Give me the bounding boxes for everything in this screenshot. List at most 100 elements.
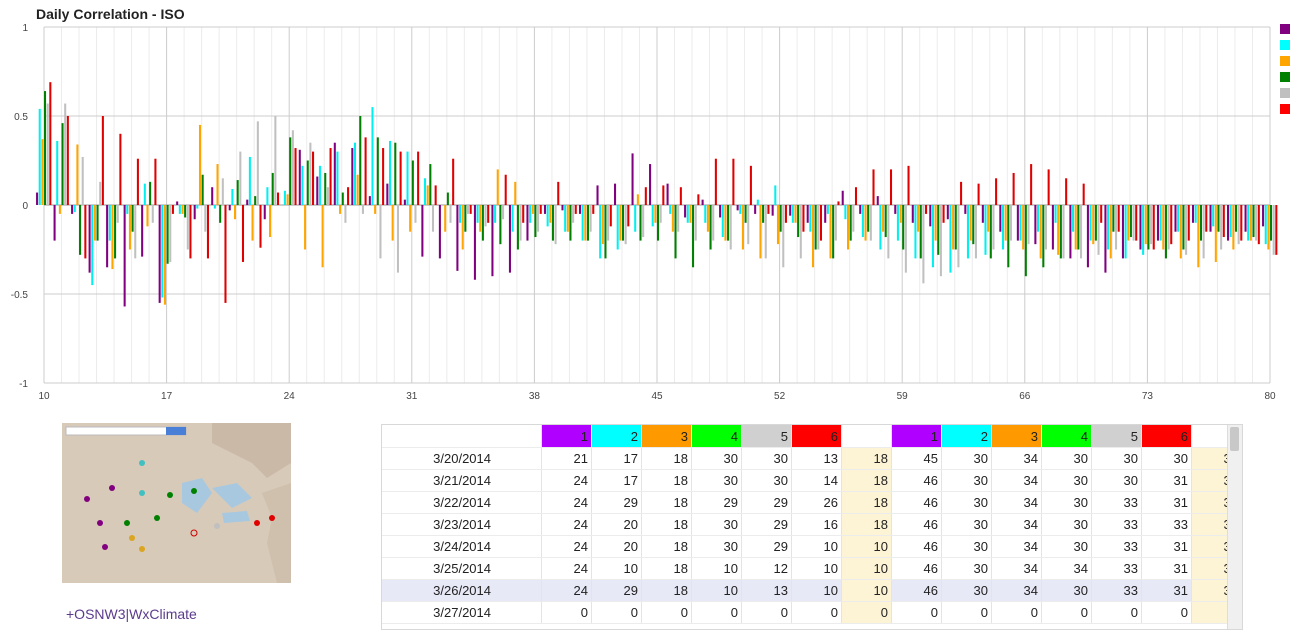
bar-series-5 [1150, 205, 1153, 245]
bar-series-5 [677, 205, 680, 232]
header-col-2: 2 [941, 425, 992, 448]
bar-series-4 [114, 205, 117, 259]
bar-series-6 [837, 201, 840, 205]
value-cell: 30 [691, 447, 742, 470]
bar-series-5 [239, 151, 242, 205]
summary-cell: 18 [841, 513, 892, 536]
table-row[interactable]: 3/25/20142410181012101046303434333133 [382, 557, 1242, 580]
bar-series-3 [1162, 205, 1165, 250]
station-map-link[interactable]: +OSNW3|WxClimate [66, 606, 197, 622]
bar-series-4 [727, 205, 730, 241]
value-cell: 29 [741, 513, 792, 536]
bar-series-2 [774, 185, 777, 205]
bar-series-6 [1152, 205, 1155, 250]
bar-series-4 [79, 205, 82, 255]
bar-series-2 [791, 205, 794, 223]
bar-series-2 [564, 205, 567, 232]
table-row[interactable]: 3/20/20142117183030131845303430303030 [382, 447, 1242, 470]
bar-series-1 [1016, 205, 1019, 241]
table-row[interactable]: 3/24/20142420183029101046303430333133 [382, 535, 1242, 558]
bar-series-6 [714, 158, 717, 205]
bar-series-1 [1051, 205, 1054, 250]
bar-series-4 [376, 137, 379, 205]
station-map-thumbnail[interactable] [62, 423, 291, 583]
bar-series-2 [248, 156, 251, 205]
bar-series-4 [1217, 205, 1220, 232]
bar-series-6 [1187, 205, 1190, 241]
table-row[interactable]: 3/27/201400000000000000 [382, 601, 1242, 624]
value-cell: 29 [741, 491, 792, 514]
bar-series-5 [134, 205, 137, 259]
bar-series-4 [674, 205, 677, 259]
bar-series-5 [484, 205, 487, 227]
bar-series-2 [616, 205, 619, 250]
x-tick-label: 10 [38, 391, 50, 402]
scroll-thumb[interactable] [1230, 427, 1239, 451]
header-col-5: 5 [1091, 425, 1142, 448]
bar-series-6 [644, 187, 647, 205]
bar-series-4 [954, 205, 957, 250]
bar-series-4 [464, 205, 467, 232]
table-row[interactable]: 3/23/20142420183029161846303430333338 [382, 513, 1242, 536]
bar-series-3 [741, 205, 744, 250]
bar-series-3 [636, 194, 639, 205]
x-tick-label: 73 [1142, 391, 1154, 402]
header-col-5: 5 [741, 425, 792, 448]
bar-series-6 [469, 205, 472, 214]
date-cell: 3/26/2014 [382, 579, 542, 602]
bar-series-4 [411, 160, 414, 205]
bar-series-1 [193, 205, 196, 220]
bar-series-5 [64, 103, 67, 205]
bar-series-1 [473, 205, 476, 280]
bar-series-5 [659, 205, 662, 223]
table-row[interactable]: 3/26/20142429181013101046303430333135 [382, 579, 1242, 602]
bar-series-6 [347, 187, 350, 205]
bar-series-3 [426, 185, 429, 205]
bar-series-1 [701, 199, 704, 205]
bar-series-4 [797, 205, 800, 238]
header-col-2: 2 [591, 425, 642, 448]
table-scrollbar[interactable] [1227, 425, 1242, 629]
table-row[interactable]: 3/21/20142417183030141846303430303134 [382, 469, 1242, 492]
bar-series-6 [1257, 205, 1260, 245]
value-cell: 46 [891, 513, 942, 536]
value-cell: 17 [591, 447, 642, 470]
bar-series-2 [1089, 205, 1092, 241]
legend-swatch-2 [1280, 40, 1290, 50]
bar-series-4 [1059, 205, 1062, 259]
bar-series-5 [992, 205, 995, 250]
summary-cell: 18 [841, 491, 892, 514]
value-cell: 34 [991, 557, 1042, 580]
table-row[interactable]: 3/22/20142429182929261846303430333134 [382, 491, 1242, 514]
value-cell: 46 [891, 557, 942, 580]
value-cell: 10 [591, 557, 642, 580]
x-tick-label: 31 [406, 391, 418, 402]
value-cell: 0 [641, 601, 692, 624]
value-cell: 31 [1141, 557, 1192, 580]
bar-series-3 [689, 205, 692, 223]
bar-series-3 [619, 205, 622, 241]
bar-series-3 [969, 205, 972, 241]
header-col-1: 1 [541, 425, 592, 448]
bar-series-5 [151, 205, 154, 223]
bar-series-5 [1115, 205, 1118, 250]
bar-series-6 [434, 185, 437, 205]
value-cell: 13 [741, 579, 792, 602]
bar-series-2 [546, 205, 549, 227]
bar-series-6 [259, 205, 262, 248]
value-cell: 34 [991, 513, 1042, 536]
bar-series-2 [126, 205, 129, 214]
value-cell: 18 [641, 469, 692, 492]
x-tick-label: 38 [529, 391, 541, 402]
bar-series-6 [329, 148, 332, 205]
bar-series-5 [607, 205, 610, 241]
bar-series-1 [876, 196, 879, 205]
bar-series-1 [806, 205, 809, 223]
bar-series-2 [686, 205, 689, 223]
bar-series-5 [466, 205, 470, 214]
bar-series-5 [291, 130, 294, 205]
bar-series-3 [321, 205, 324, 268]
bar-series-3 [566, 205, 569, 232]
bar-series-4 [481, 205, 484, 241]
bar-series-4 [919, 205, 922, 259]
